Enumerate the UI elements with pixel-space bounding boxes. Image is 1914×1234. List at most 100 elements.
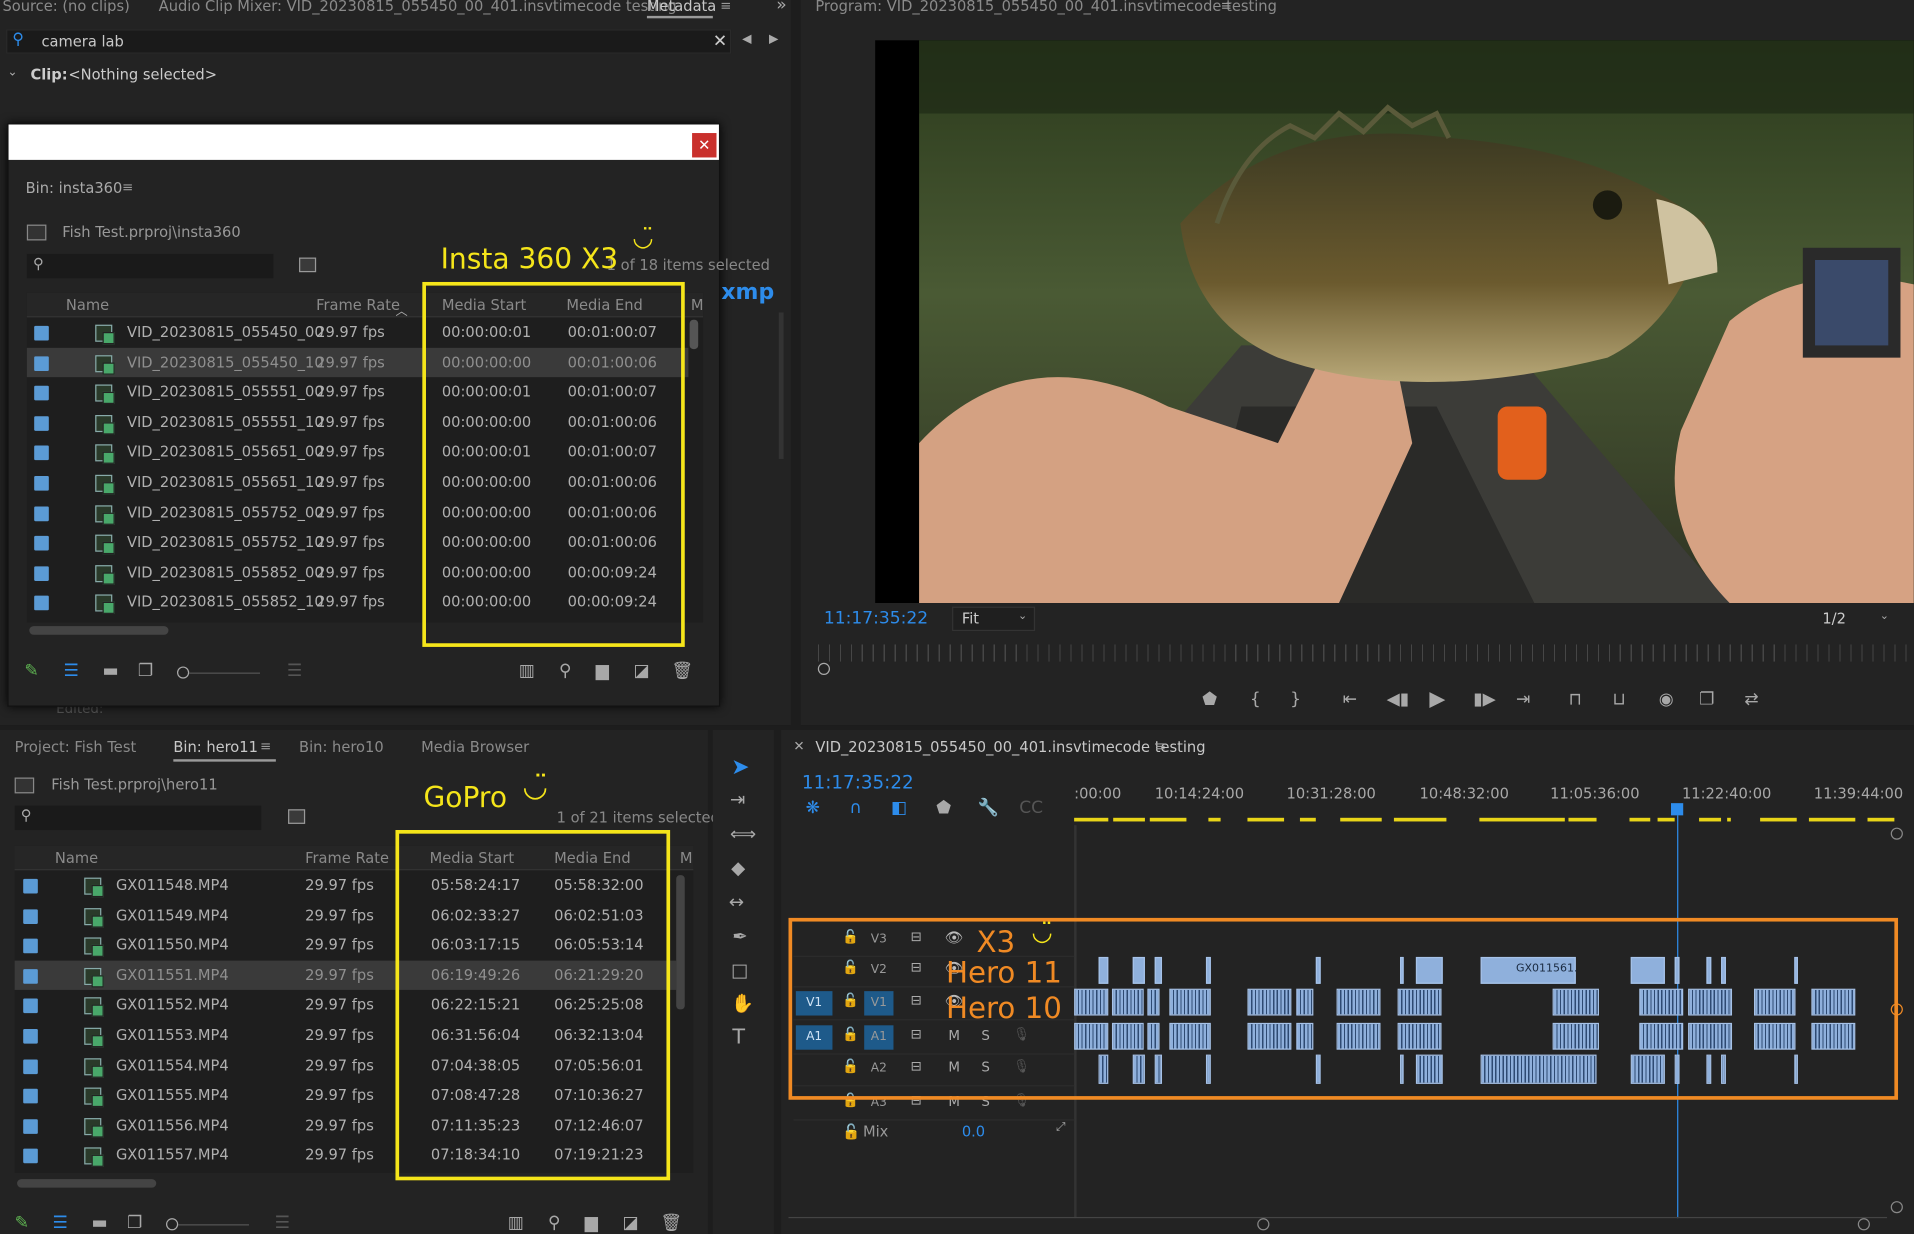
extract-icon[interactable]: ⊔ xyxy=(1612,690,1625,710)
tab-bin-hero10[interactable]: Bin: hero10 xyxy=(299,738,384,755)
freeform-view-icon[interactable]: ❐ xyxy=(127,1213,142,1233)
tab-project[interactable]: Project: Fish Test xyxy=(15,738,137,755)
tab-media-browser[interactable]: Media Browser xyxy=(421,738,529,755)
label-color-swatch[interactable] xyxy=(34,536,49,551)
panel-menu-icon[interactable]: ≡ xyxy=(1221,0,1232,13)
proxy-toggle-icon[interactable]: ⇄ xyxy=(1744,690,1758,710)
clear-icon[interactable]: 🗑 xyxy=(660,1213,682,1233)
nest-icon[interactable]: ❋ xyxy=(806,798,820,818)
timeline-hscroll-track[interactable] xyxy=(788,1216,1888,1219)
label-color-swatch[interactable] xyxy=(34,355,49,371)
list-view-icon[interactable]: ☰ xyxy=(52,1213,67,1233)
program-timecode[interactable]: 11:17:35:22 xyxy=(824,609,928,629)
add-marker-icon[interactable]: ⬟ xyxy=(936,798,951,818)
new-search-bin-icon[interactable] xyxy=(299,257,317,273)
label-color-swatch[interactable] xyxy=(34,566,49,581)
horizontal-scrollbar[interactable] xyxy=(29,626,169,635)
automate-sequence-icon[interactable]: ▥ xyxy=(519,662,535,682)
pencil-icon[interactable]: ✎ xyxy=(15,1213,29,1233)
sort-up-icon[interactable]: ︿ xyxy=(395,300,407,318)
close-tab-icon[interactable]: ✕ xyxy=(793,738,804,754)
captions-icon[interactable]: CC xyxy=(1019,798,1043,818)
program-time-ruler[interactable] xyxy=(817,644,1914,662)
type-tool-icon[interactable]: T xyxy=(732,1025,745,1049)
list-view-icon[interactable]: ☰ xyxy=(63,662,78,682)
chevron-down-icon[interactable]: ⌄ xyxy=(7,66,17,79)
close-window-icon[interactable]: ✕ xyxy=(692,133,717,158)
sort-icon[interactable]: ☰ xyxy=(287,662,302,682)
step-back-icon[interactable]: ◀▮ xyxy=(1387,690,1410,710)
sort-icon[interactable]: ☰ xyxy=(275,1213,290,1233)
timeline-hscroll-handle-right[interactable] xyxy=(1857,1218,1870,1231)
vertical-scrollbar[interactable] xyxy=(689,319,699,350)
folder-up-icon[interactable] xyxy=(26,224,47,241)
program-title[interactable]: Program: VID_20230815_055450_00_401.insv… xyxy=(815,0,1277,15)
sequence-tab[interactable]: VID_20230815_055450_00_401.insvtimecode … xyxy=(815,738,1205,755)
video-frame[interactable] xyxy=(875,40,1914,603)
label-color-swatch[interactable] xyxy=(34,445,49,461)
col-frame-rate[interactable]: Frame Rate xyxy=(305,846,389,870)
label-color-swatch[interactable] xyxy=(34,415,49,431)
label-color-swatch[interactable] xyxy=(34,596,49,611)
more-panels-icon[interactable]: » xyxy=(776,0,786,15)
label-color-swatch[interactable] xyxy=(23,938,38,954)
label-color-swatch[interactable] xyxy=(23,1028,38,1044)
find-icon[interactable]: ⚲ xyxy=(559,662,572,682)
zoom-slider-handle[interactable] xyxy=(176,666,190,679)
snap-magnet-icon[interactable]: ∩ xyxy=(850,798,863,818)
step-forward-icon[interactable]: ▮▶ xyxy=(1473,690,1496,710)
playhead-marker[interactable] xyxy=(1671,803,1684,816)
zoom-slider-track[interactable] xyxy=(178,1224,250,1226)
tab-audio-clip-mixer[interactable]: Audio Clip Mixer: VID_20230815_055450_00… xyxy=(159,0,677,15)
metadata-search-input[interactable]: camera lab xyxy=(42,33,124,50)
selection-tool-icon[interactable]: ➤ xyxy=(731,754,749,780)
track-select-tool-icon[interactable]: ⇥ xyxy=(730,789,745,811)
col-name[interactable]: Name xyxy=(55,846,98,870)
comparison-view-icon[interactable]: ❐ xyxy=(1699,690,1714,710)
slip-tool-icon[interactable]: ↔ xyxy=(729,891,744,913)
automate-sequence-icon[interactable]: ▥ xyxy=(508,1213,524,1233)
zoom-slider-handle[interactable] xyxy=(166,1218,179,1231)
wrench-icon[interactable]: 🔧 xyxy=(978,798,999,818)
panel-menu-icon[interactable]: ≡ xyxy=(1155,738,1166,754)
col-frame-rate[interactable]: Frame Rate xyxy=(316,293,400,317)
new-search-bin-icon[interactable] xyxy=(288,809,306,824)
horizontal-scrollbar[interactable] xyxy=(17,1179,157,1188)
label-color-swatch[interactable] xyxy=(23,878,38,894)
prev-icon[interactable]: ◀ xyxy=(742,33,751,46)
find-icon[interactable]: ⚲ xyxy=(548,1213,561,1233)
panel-menu-icon[interactable]: ≡ xyxy=(260,738,271,754)
razor-tool-icon[interactable]: ◆ xyxy=(731,857,745,879)
new-bin-icon[interactable]: ▆ xyxy=(596,662,609,682)
clear-search-icon[interactable]: ✕ xyxy=(713,32,727,52)
lift-icon[interactable]: ⊓ xyxy=(1568,690,1581,710)
label-color-swatch[interactable] xyxy=(23,1089,38,1104)
new-item-icon[interactable]: ◪ xyxy=(623,1213,639,1233)
label-color-swatch[interactable] xyxy=(34,385,49,401)
mix-value[interactable]: 0.0 xyxy=(962,1123,985,1140)
pen-tool-icon[interactable]: ✒ xyxy=(732,925,747,947)
label-color-swatch[interactable] xyxy=(23,908,38,924)
new-item-icon[interactable]: ◪ xyxy=(633,662,649,682)
bin-menu-icon[interactable]: ≡ xyxy=(122,179,133,195)
clear-icon[interactable]: 🗑 xyxy=(671,662,693,682)
new-bin-icon[interactable]: ▆ xyxy=(585,1213,598,1233)
chevron-down-icon[interactable]: ⌄ xyxy=(1880,610,1889,622)
lock-icon[interactable]: 🔓 xyxy=(842,1123,860,1140)
mark-out-icon[interactable]: } xyxy=(1290,690,1301,710)
pencil-icon[interactable]: ✎ xyxy=(24,662,38,682)
label-color-swatch[interactable] xyxy=(23,968,38,984)
linked-selection-icon[interactable]: ◧ xyxy=(891,798,907,818)
panel-menu-icon[interactable]: ≡ xyxy=(720,0,731,13)
label-color-swatch[interactable] xyxy=(23,1119,38,1134)
mix-expand-icon[interactable]: ⤢ xyxy=(1056,1121,1066,1134)
icon-view-icon[interactable]: ▬ xyxy=(103,662,119,682)
freeform-view-icon[interactable]: ❐ xyxy=(138,662,153,682)
go-to-out-icon[interactable]: ⇥ xyxy=(1516,690,1530,710)
next-icon[interactable]: ▶ xyxy=(769,33,778,46)
col-m[interactable]: M xyxy=(680,846,693,870)
timeline-vscroll-handle[interactable] xyxy=(1890,1201,1903,1214)
playhead-handle[interactable] xyxy=(817,662,831,675)
mark-in-icon[interactable]: { xyxy=(1250,690,1261,710)
vertical-scrollbar[interactable] xyxy=(676,875,685,1010)
